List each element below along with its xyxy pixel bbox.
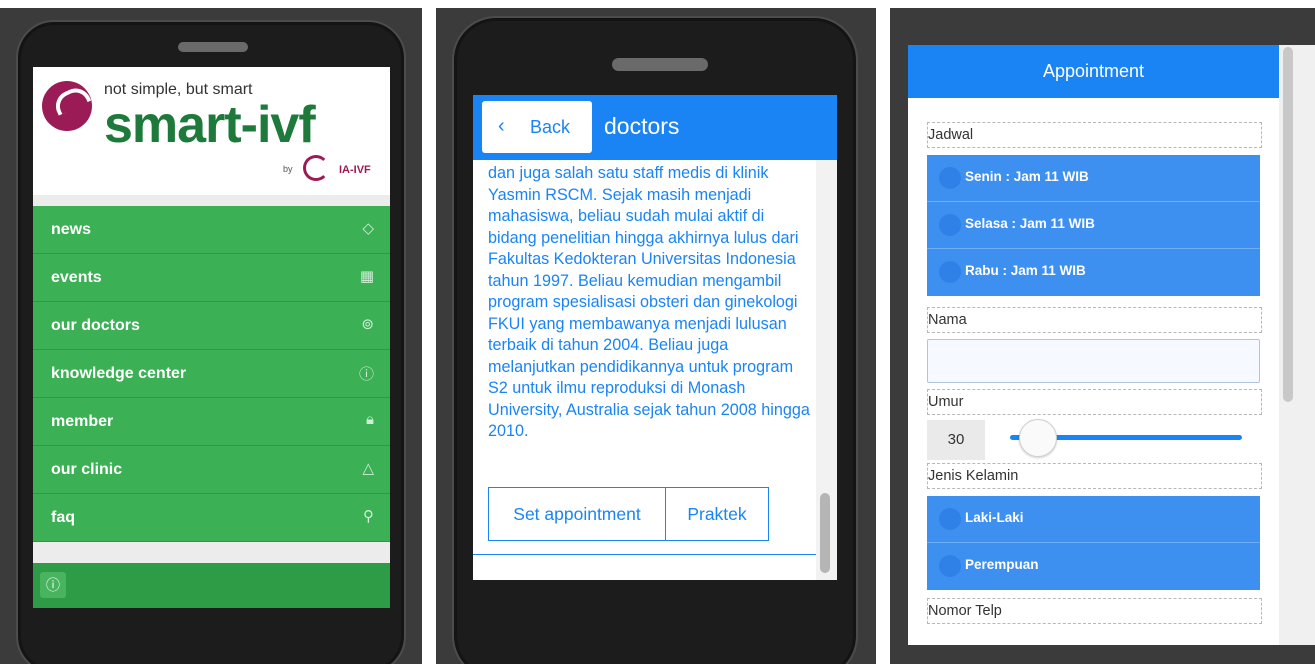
gender-options: Laki-Laki Perempuan <box>927 496 1260 590</box>
menu-item-label: member <box>51 413 114 430</box>
option-label: Senin : Jam 11 WIB <box>965 169 1089 184</box>
option-label: Rabu : Jam 11 WIB <box>965 263 1086 278</box>
appointment-screen: Appointment Jadwal Senin : Jam 11 WIB Se… <box>908 45 1315 645</box>
calendar-icon: ▦ <box>359 268 374 285</box>
nomor-telp-label: Nomor Telp <box>927 598 1262 624</box>
menu-item-label: faq <box>51 509 75 526</box>
doctor-screen: ‹ Back doctors dan juga salah satu staff… <box>473 95 837 580</box>
radio-icon <box>939 508 961 530</box>
info-icon: ⓘ <box>358 366 374 383</box>
brand-logo: not simple, but smart smart-ivf by IA-IV… <box>33 67 390 195</box>
doctor-bio: dan juga salah satu staff medis di klini… <box>488 164 810 440</box>
logo-brand-name: smart-ivf <box>104 96 316 154</box>
info-icon[interactable]: ⓘ <box>40 572 66 598</box>
lock-icon: 🔒︎ <box>366 411 374 428</box>
jenis-kelamin-label: Jenis Kelamin <box>927 463 1262 489</box>
menu-item-label: our doctors <box>51 317 140 334</box>
menu-item-our-doctors[interactable]: our doctors ⊚ <box>33 302 390 350</box>
scrollbar[interactable] <box>820 493 830 573</box>
menu-item-label: our clinic <box>51 461 123 478</box>
jadwal-option[interactable]: Senin : Jam 11 WIB <box>927 155 1260 202</box>
page-title: doctors <box>604 113 680 139</box>
jadwal-option[interactable]: Rabu : Jam 11 WIB <box>927 249 1260 295</box>
menu-screen: not simple, but smart smart-ivf by IA-IV… <box>33 67 390 608</box>
action-buttons: Set appointment Praktek <box>488 487 769 541</box>
phone-speaker <box>612 58 708 71</box>
page-title: Appointment <box>1042 61 1145 81</box>
jadwal-options: Senin : Jam 11 WIB Selasa : Jam 11 WIB R… <box>927 155 1260 296</box>
header-bar: Appointment <box>908 45 1279 98</box>
menu-item-label: news <box>51 221 92 238</box>
search-icon: ⚲ <box>363 508 374 525</box>
phone-speaker <box>178 42 248 52</box>
main-menu: news ◇ events ▦ our doctors ⊚ knowledge … <box>33 206 390 542</box>
age-slider-thumb[interactable] <box>1019 419 1057 457</box>
umur-label: Umur <box>927 389 1262 415</box>
radio-icon <box>939 261 961 283</box>
scrollbar[interactable] <box>1283 47 1293 402</box>
radio-icon <box>939 214 961 236</box>
age-value[interactable]: 30 <box>927 420 985 460</box>
menu-item-our-clinic[interactable]: our clinic △ <box>33 446 390 494</box>
footer-bar: ⓘ <box>33 563 390 608</box>
option-label: Laki-Laki <box>965 510 1024 525</box>
triangle-icon: △ <box>362 460 374 477</box>
menu-item-label: knowledge center <box>51 365 187 382</box>
option-label: Perempuan <box>965 557 1039 572</box>
chevron-left-icon: ‹ <box>498 115 505 137</box>
menu-item-faq[interactable]: faq ⚲ <box>33 494 390 542</box>
menu-item-member[interactable]: member 🔒︎ <box>33 398 390 446</box>
tag-icon: ◇ <box>362 220 374 237</box>
partner-ring-icon <box>303 155 329 181</box>
menu-item-events[interactable]: events ▦ <box>33 254 390 302</box>
divider <box>473 554 816 555</box>
menu-item-knowledge-center[interactable]: knowledge center ⓘ <box>33 350 390 398</box>
doctor-icon: ⊚ <box>361 316 374 333</box>
nama-label: Nama <box>927 307 1262 333</box>
option-label: Selasa : Jam 11 WIB <box>965 216 1095 231</box>
back-label: Back <box>530 117 571 137</box>
menu-item-label: events <box>51 269 102 286</box>
radio-icon <box>939 555 961 577</box>
gender-option[interactable]: Laki-Laki <box>927 496 1260 543</box>
praktek-button[interactable]: Praktek <box>666 488 768 540</box>
radio-icon <box>939 167 961 189</box>
menu-item-news[interactable]: news ◇ <box>33 206 390 254</box>
nama-input[interactable] <box>927 339 1260 383</box>
logo-partner: IA-IVF <box>339 164 371 176</box>
header-bar: ‹ Back doctors <box>473 95 837 160</box>
logo-by: by <box>283 164 293 174</box>
gender-option[interactable]: Perempuan <box>927 543 1260 589</box>
jadwal-option[interactable]: Selasa : Jam 11 WIB <box>927 202 1260 249</box>
jadwal-label: Jadwal <box>927 122 1262 148</box>
logo-s-mark-icon <box>42 81 92 131</box>
set-appointment-button[interactable]: Set appointment <box>489 488 666 540</box>
back-button[interactable]: ‹ Back <box>482 101 592 153</box>
